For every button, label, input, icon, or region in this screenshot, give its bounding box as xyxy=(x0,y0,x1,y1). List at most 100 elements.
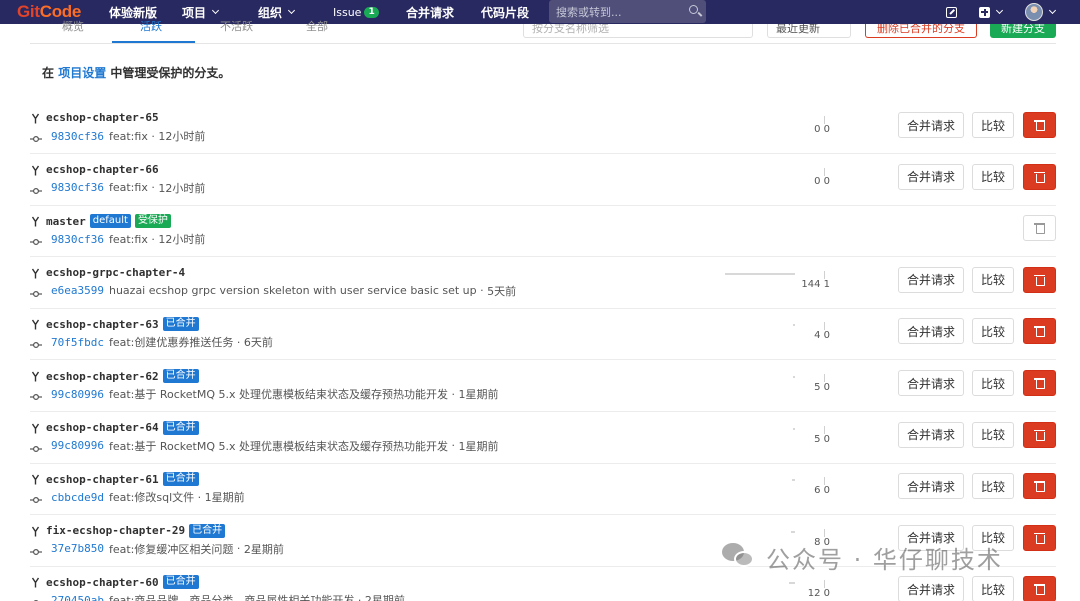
delete-branch-button-disabled[interactable] xyxy=(1023,215,1056,242)
merge-request-button[interactable]: 合并请求 xyxy=(898,112,964,138)
nav-merge-requests[interactable]: 合并请求 xyxy=(406,0,454,24)
tab-active[interactable]: 活跃 xyxy=(140,18,162,34)
nav-groups-label: 组织 xyxy=(258,5,283,20)
nav-groups-dropdown[interactable]: 组织 xyxy=(258,0,296,24)
separator-dot: · xyxy=(147,232,159,246)
compare-button[interactable]: 比较 xyxy=(972,473,1014,500)
edit-button[interactable] xyxy=(946,0,957,24)
compare-button[interactable]: 比较 xyxy=(972,266,1014,293)
commit-message[interactable]: feat:修复缓冲区相关问题 xyxy=(109,541,233,557)
commit-sha-link[interactable]: 270450ab xyxy=(51,594,104,601)
nav-snippets-label: 代码片段 xyxy=(481,5,530,20)
user-menu[interactable] xyxy=(1025,0,1057,24)
merge-request-button[interactable]: 合并请求 xyxy=(898,266,964,293)
merge-request-button[interactable]: 合并请求 xyxy=(898,163,964,190)
nav-projects-dropdown[interactable]: 项目 xyxy=(182,0,220,24)
divergence-tick xyxy=(824,477,825,486)
commit-message[interactable]: feat:fix xyxy=(109,130,148,143)
delete-branch-button[interactable] xyxy=(1023,576,1056,601)
commit-icon xyxy=(30,390,42,401)
behind-bar xyxy=(792,376,795,378)
ahead-count: 0 xyxy=(823,124,830,135)
commit-sha-link[interactable]: 99c80996 xyxy=(51,439,104,452)
commit-message[interactable]: huazai ecshop grpc version skeleton with… xyxy=(109,284,477,297)
commit-message[interactable]: feat:基于 RocketMQ 5.x 处理优惠模板结束状态及缓存预热功能开发 xyxy=(109,438,448,454)
compare-button[interactable]: 比较 xyxy=(972,112,1014,138)
nav-issues[interactable]: Issue 1 xyxy=(333,0,379,24)
commit-message[interactable]: feat:基于 RocketMQ 5.x 处理优惠模板结束状态及缓存预热功能开发 xyxy=(109,386,448,402)
sort-dropdown[interactable]: 最近更新 xyxy=(767,24,851,38)
branch-name[interactable]: ecshop-grpc-chapter-4 xyxy=(46,266,185,279)
branch-name[interactable]: ecshop-chapter-65 xyxy=(46,111,159,124)
commit-sha-link[interactable]: 9830cf36 xyxy=(51,181,104,194)
commit-sha-link[interactable]: e6ea3599 xyxy=(51,284,104,297)
delete-merged-branches-button[interactable]: 删除已合并的分支 xyxy=(865,24,977,38)
nav-snippets[interactable]: 代码片段 xyxy=(481,0,529,24)
commit-message[interactable]: feat:fix xyxy=(109,233,148,246)
commit-message[interactable]: feat:商品品牌、商品分类、商品属性相关功能开发 xyxy=(109,592,354,601)
commit-message[interactable]: feat:创建优惠券推送任务 xyxy=(109,334,233,350)
separator-dot: · xyxy=(354,593,365,601)
tab-all[interactable]: 全部 xyxy=(306,18,328,34)
merge-request-button[interactable]: 合并请求 xyxy=(898,318,964,345)
branch-name[interactable]: master default 受保护 xyxy=(46,214,171,229)
delete-branch-button[interactable] xyxy=(1023,318,1056,345)
compare-button[interactable]: 比较 xyxy=(972,370,1014,396)
tab-overview[interactable]: 概览 xyxy=(62,18,84,34)
commit-sha-link[interactable]: 99c80996 xyxy=(51,388,104,401)
watermark-text: 公众号 · 华仔聊技术 xyxy=(766,545,1003,574)
behind-count: 5 xyxy=(814,433,821,445)
branch-name[interactable]: ecshop-chapter-63 已合并 xyxy=(46,317,199,332)
new-branch-button[interactable]: 新建分支 xyxy=(990,24,1056,38)
ahead-count: 0 xyxy=(823,433,830,445)
delete-branch-button[interactable] xyxy=(1023,370,1056,396)
delete-branch-button[interactable] xyxy=(1023,473,1056,500)
plus-icon xyxy=(979,6,990,18)
commit-icon xyxy=(30,338,42,349)
chevron-down-icon xyxy=(287,6,296,15)
branch-name[interactable]: fix-ecshop-chapter-29 已合并 xyxy=(46,523,226,538)
compare-button[interactable]: 比较 xyxy=(972,318,1014,345)
commit-sha-link[interactable]: 9830cf36 xyxy=(51,130,104,143)
ahead-count: 0 xyxy=(823,588,830,600)
delete-branch-button[interactable] xyxy=(1023,266,1056,293)
behind-bar xyxy=(791,530,795,533)
commit-sha-link[interactable]: cbbcde9d xyxy=(51,491,104,504)
trash-icon xyxy=(1034,171,1045,183)
commit-sha-link[interactable]: 9830cf36 xyxy=(51,233,104,246)
commit-time: 2星期前 xyxy=(243,542,284,556)
separator-dot: · xyxy=(194,490,205,504)
branch-name[interactable]: ecshop-chapter-61 已合并 xyxy=(46,472,199,487)
info-prefix: 在 xyxy=(42,66,55,80)
branch-name-text: master xyxy=(46,214,86,228)
compare-button[interactable]: 比较 xyxy=(972,576,1014,601)
separator-dot: · xyxy=(448,439,459,453)
branch-name[interactable]: ecshop-chapter-62 已合并 xyxy=(46,369,199,383)
commit-sha-link[interactable]: 70f5fbdc xyxy=(51,336,104,349)
delete-branch-button[interactable] xyxy=(1023,163,1056,190)
new-item-dropdown[interactable] xyxy=(979,0,1004,24)
top-navbar: GitCode 体验新版 项目 组织 Issue 1 合并请求 代码片段 搜索或转… xyxy=(0,0,1080,24)
compare-button[interactable]: 比较 xyxy=(972,163,1014,190)
commit-sha-link[interactable]: 37e7b850 xyxy=(51,542,104,555)
merge-request-button[interactable]: 合并请求 xyxy=(898,473,964,500)
divergence-tick xyxy=(824,167,825,176)
tab-stale[interactable]: 不活跃 xyxy=(220,18,253,34)
branch-name-text: ecshop-chapter-63 xyxy=(46,317,159,331)
branch-name-text: ecshop-chapter-60 xyxy=(46,575,159,589)
global-search-input[interactable]: 搜索或转到... xyxy=(549,0,706,23)
merge-request-button[interactable]: 合并请求 xyxy=(898,370,964,396)
project-settings-link[interactable]: 项目设置 xyxy=(58,66,106,80)
commit-message[interactable]: feat:修改sql文件 xyxy=(109,489,194,505)
compare-button[interactable]: 比较 xyxy=(972,421,1014,448)
branch-name[interactable]: ecshop-chapter-60 已合并 xyxy=(46,575,199,590)
merge-request-button[interactable]: 合并请求 xyxy=(898,421,964,448)
delete-branch-button[interactable] xyxy=(1023,112,1056,138)
merge-request-button[interactable]: 合并请求 xyxy=(898,576,964,601)
divergence-tick xyxy=(824,374,825,382)
branch-name[interactable]: ecshop-chapter-64 已合并 xyxy=(46,420,199,435)
branch-name[interactable]: ecshop-chapter-66 xyxy=(46,163,159,176)
delete-branch-button[interactable] xyxy=(1023,421,1056,448)
commit-message[interactable]: feat:fix xyxy=(109,181,148,194)
branch-filter-input[interactable]: 按分支名称筛选 xyxy=(523,24,753,38)
